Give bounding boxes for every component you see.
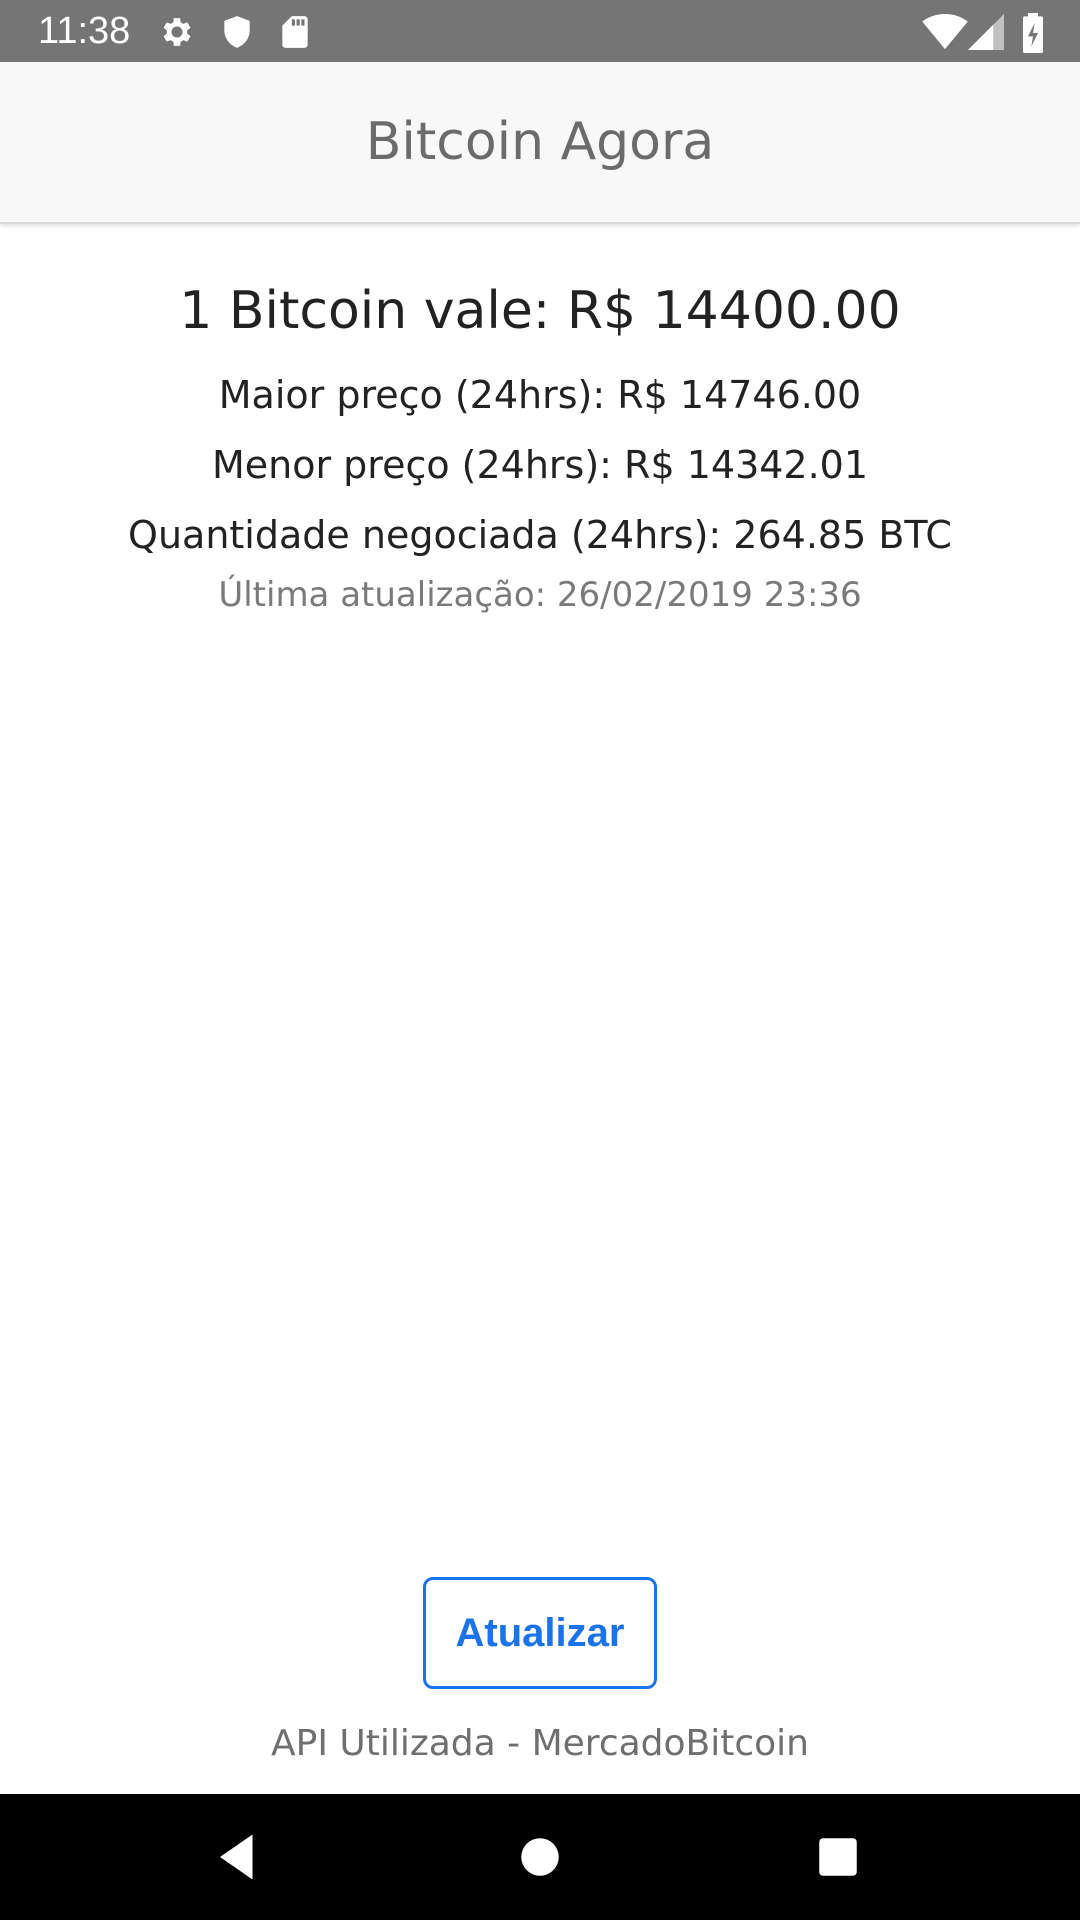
status-bar: 11:38 [0,0,1080,62]
traded-volume: Quantidade negociada (24hrs): 264.85 BTC [128,513,952,557]
battery-charging-icon [1018,13,1048,53]
signal-icon [968,13,1004,51]
sd-card-icon [276,13,314,51]
current-price: 1 Bitcoin vale: R$ 14400.00 [179,281,901,341]
high-price: Maior preço (24hrs): R$ 14746.00 [218,373,862,417]
refresh-button-label: Atualizar [455,1610,625,1655]
wifi-icon [922,13,968,51]
status-time: 11:38 [38,10,131,52]
app-title: Bitcoin Agora [365,112,715,172]
last-updated: Última atualização: 26/02/2019 23:36 [218,575,862,615]
app-screen: 11:38 Bitcoin Agora 1 Bitcoin vale: R$ 1… [0,0,1080,1920]
back-icon[interactable] [210,1827,270,1887]
low-price: Menor preço (24hrs): R$ 14342.01 [211,443,869,487]
refresh-button[interactable]: Atualizar [423,1577,657,1689]
app-bar: Bitcoin Agora [0,62,1080,224]
home-icon[interactable] [510,1827,570,1887]
navigation-bar [0,1794,1080,1920]
shield-icon [218,13,256,51]
recents-icon[interactable] [808,1827,868,1887]
api-credit: API Utilizada - MercadoBitcoin [270,1723,809,1764]
gear-icon [158,13,196,51]
